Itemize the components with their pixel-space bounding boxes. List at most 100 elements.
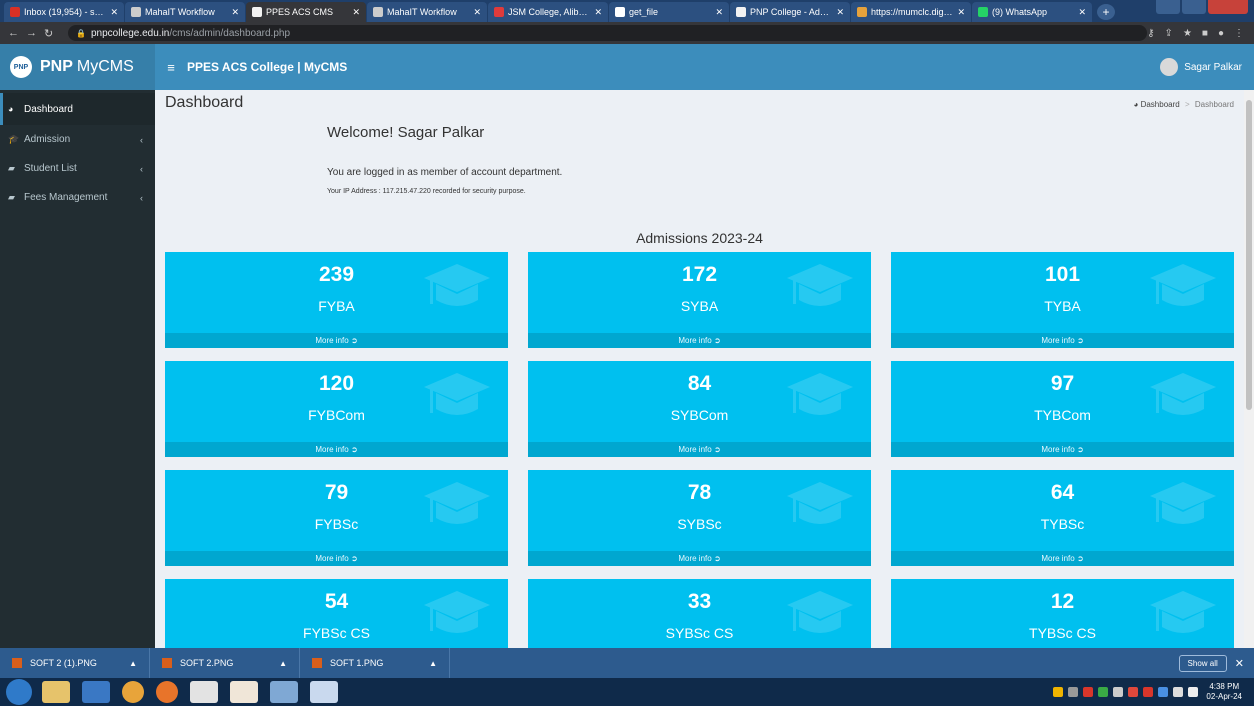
start-button[interactable] — [6, 679, 32, 705]
admission-count: 54 — [324, 590, 349, 613]
tray-app-icon[interactable] — [1128, 687, 1139, 697]
clock[interactable]: 4:38 PM 02-Apr-24 — [1206, 682, 1242, 702]
class-name: FYBCom — [308, 407, 365, 423]
close-tab-icon[interactable]: ✕ — [715, 7, 723, 18]
close-tab-icon[interactable]: ✕ — [473, 7, 481, 18]
arrow-circle-right-icon: ➲ — [1076, 445, 1084, 454]
sidebar-item-label: Fees Management — [24, 192, 108, 203]
volume-icon[interactable] — [1188, 687, 1199, 697]
admission-count: 84 — [687, 372, 712, 395]
class-name: TYBA — [1044, 298, 1081, 314]
download-item[interactable]: SOFT 1.PNG ▲ — [300, 648, 450, 678]
download-item[interactable]: SOFT 2.PNG ▲ — [150, 648, 300, 678]
arrow-circle-right-icon: ➲ — [713, 445, 721, 454]
chevron-left-icon: ‹ — [140, 163, 143, 174]
tray-app-icon[interactable] — [1068, 687, 1079, 697]
url-input[interactable]: 🔒 pnpcollege.edu.in/cms/admin/dashboard.… — [68, 25, 1148, 41]
key-icon[interactable]: ⚷ — [1147, 28, 1154, 39]
close-window-button[interactable] — [1208, 0, 1248, 14]
more-info-link[interactable]: More info ➲ — [891, 333, 1234, 348]
sidebar-toggle-icon[interactable]: ■ — [1202, 28, 1208, 39]
more-info-link[interactable]: More info ➲ — [891, 551, 1234, 566]
word-icon[interactable] — [310, 681, 338, 703]
firefox-icon[interactable] — [156, 681, 178, 703]
download-item[interactable]: SOFT 2 (1).PNG ▲ — [0, 648, 150, 678]
more-info-link[interactable]: More info ➲ — [165, 333, 508, 348]
window-icon[interactable] — [270, 681, 298, 703]
tray-app-icon[interactable] — [1053, 687, 1064, 697]
close-tab-icon[interactable]: ✕ — [836, 7, 844, 18]
tab-favicon-icon — [252, 7, 262, 17]
brand-bold: PNP — [40, 58, 73, 75]
tray-app-icon[interactable] — [1083, 687, 1094, 697]
browser-tab[interactable]: Inbox (19,954) - sagar ✕ — [4, 2, 124, 22]
tray-app-icon[interactable] — [1098, 687, 1109, 697]
more-info-link[interactable]: More info ➲ — [165, 442, 508, 457]
new-tab-button[interactable]: + — [1097, 4, 1115, 20]
browser-tab[interactable]: MahaIT Workflow ✕ — [367, 2, 487, 22]
browser-tab[interactable]: JSM College, Alibag - F ✕ — [488, 2, 608, 22]
star-icon[interactable]: ★ — [1183, 28, 1192, 39]
profile-icon[interactable]: ● — [1218, 28, 1224, 39]
class-name: TYBSc — [1040, 516, 1085, 532]
sidebar-item-student-list[interactable]: ▰ Student List ‹ — [0, 154, 155, 183]
share-icon[interactable]: ⇪ — [1165, 28, 1173, 39]
more-info-label: More info — [315, 554, 349, 563]
show-all-button[interactable]: Show all — [1178, 654, 1227, 672]
network-icon[interactable] — [1173, 687, 1184, 697]
sidebar-item-dashboard[interactable]: ◕ Dashboard — [0, 93, 155, 125]
reload-icon[interactable]: ↻ — [44, 27, 62, 40]
more-info-label: More info — [678, 554, 712, 563]
close-tab-icon[interactable]: ✕ — [352, 7, 360, 18]
sidebar-item-admission[interactable]: 🎓 Admission ‹ — [0, 125, 155, 154]
chevron-up-icon[interactable]: ▲ — [279, 659, 287, 668]
more-info-link[interactable]: More info ➲ — [528, 551, 871, 566]
media-player-icon[interactable] — [82, 681, 110, 703]
browser-tab[interactable]: (9) WhatsApp ✕ — [972, 2, 1092, 22]
tray-app-icon[interactable] — [1143, 687, 1154, 697]
close-icon[interactable]: ✕ — [1235, 657, 1244, 670]
more-info-label: More info — [315, 445, 349, 454]
breadcrumb-home[interactable]: Dashboard — [1141, 100, 1180, 109]
more-info-link[interactable]: More info ➲ — [891, 442, 1234, 457]
close-tab-icon[interactable]: ✕ — [594, 7, 602, 18]
minimize-button[interactable] — [1156, 0, 1180, 14]
sidebar-item-fees-management[interactable]: ▰ Fees Management ‹ — [0, 183, 155, 212]
maximize-button[interactable] — [1182, 0, 1206, 14]
admission-count: 33 — [687, 590, 712, 613]
browser-tab[interactable]: get_file ✕ — [609, 2, 729, 22]
chrome-icon[interactable] — [122, 681, 144, 703]
chevron-up-icon[interactable]: ▲ — [129, 659, 137, 668]
tab-label: get_file — [629, 7, 659, 17]
document-icon[interactable] — [230, 681, 258, 703]
close-tab-icon[interactable]: ✕ — [231, 7, 239, 18]
browser-tab[interactable]: PPES ACS CMS ✕ — [246, 2, 366, 22]
more-menu-icon[interactable]: ⋮ — [1234, 28, 1244, 39]
more-info-link[interactable]: More info ➲ — [528, 333, 871, 348]
download-filename: SOFT 2.PNG — [180, 658, 234, 668]
admission-card: 12TYBSc CSMore info ➲ — [891, 579, 1234, 648]
user-menu[interactable]: Sagar Palkar — [1160, 58, 1242, 76]
close-tab-icon[interactable]: ✕ — [1078, 7, 1086, 18]
more-info-link[interactable]: More info ➲ — [165, 551, 508, 566]
more-info-link[interactable]: More info ➲ — [528, 442, 871, 457]
admission-card: 54FYBSc CSMore info ➲ — [165, 579, 508, 648]
browser-tab[interactable]: MahaIT Workflow ✕ — [125, 2, 245, 22]
chevron-up-icon[interactable]: ▲ — [429, 659, 437, 668]
file-explorer-icon[interactable] — [42, 681, 70, 703]
chrome-active-icon[interactable] — [190, 681, 218, 703]
browser-tab[interactable]: https://mumclc.digitali ✕ — [851, 2, 971, 22]
class-name: SYBSc — [677, 516, 722, 532]
close-tab-icon[interactable]: ✕ — [110, 7, 118, 18]
tray-app-icon[interactable] — [1113, 687, 1124, 697]
tab-label: (9) WhatsApp — [992, 7, 1048, 17]
tray-app-icon[interactable] — [1158, 687, 1169, 697]
close-tab-icon[interactable]: ✕ — [957, 7, 965, 18]
browser-tab[interactable]: PNP College - Admissi ✕ — [730, 2, 850, 22]
brand-logo[interactable]: PNP PNP MyCMS — [0, 44, 155, 90]
download-filename: SOFT 1.PNG — [330, 658, 384, 668]
back-icon[interactable]: ← — [8, 27, 26, 39]
forward-icon[interactable]: → — [26, 27, 44, 39]
hamburger-menu-icon[interactable]: ≡ — [155, 60, 187, 75]
page-scrollbar[interactable] — [1244, 90, 1254, 648]
